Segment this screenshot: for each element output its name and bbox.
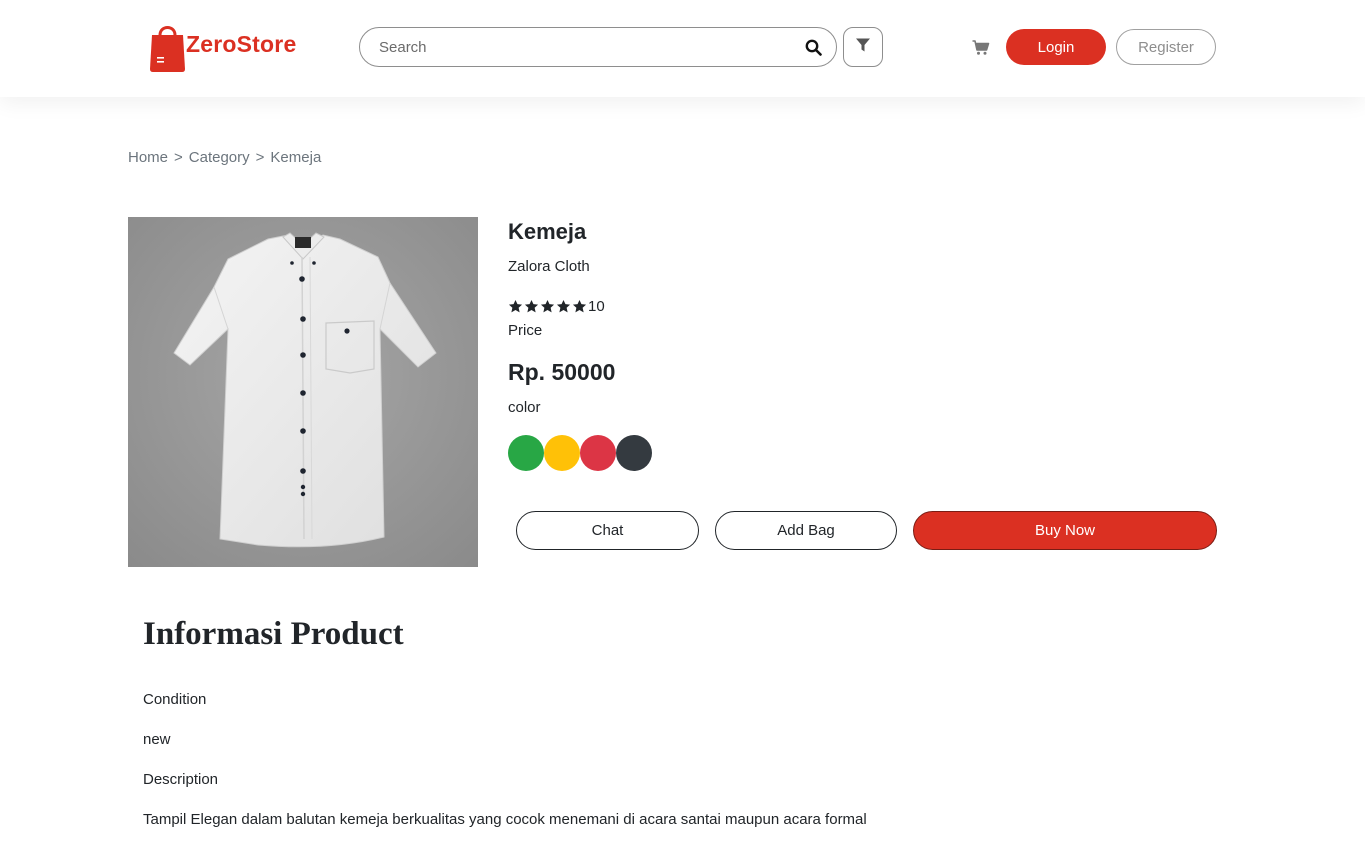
breadcrumb-separator: > xyxy=(174,149,183,166)
info-heading: Informasi Product xyxy=(143,616,404,652)
price-label: Price xyxy=(508,322,543,339)
color-swatches xyxy=(508,435,652,471)
breadcrumb-category[interactable]: Category xyxy=(189,149,250,166)
breadcrumb-current: Kemeja xyxy=(270,149,322,166)
breadcrumb-home[interactable]: Home xyxy=(128,149,168,166)
rating-stars xyxy=(508,299,587,314)
description-value: Tampil Elegan dalam balutan kemeja berku… xyxy=(143,811,867,828)
condition-value: new xyxy=(143,731,171,748)
cart-icon[interactable] xyxy=(972,40,990,56)
breadcrumb: Home > Category > Kemeja xyxy=(128,149,321,166)
breadcrumb-separator: > xyxy=(255,149,265,166)
buy-now-button[interactable]: Buy Now xyxy=(913,511,1217,550)
description-label: Description xyxy=(143,771,219,788)
star-icon xyxy=(524,299,539,313)
color-swatch[interactable] xyxy=(544,435,580,471)
search-bar xyxy=(359,27,837,67)
color-swatch[interactable] xyxy=(616,435,652,471)
product-rating: 10 xyxy=(508,298,605,315)
register-button[interactable]: Register xyxy=(1116,29,1216,65)
top-navbar: ZeroStore Login Register xyxy=(0,0,1365,97)
shopping-bag-icon xyxy=(149,21,186,73)
filter-button[interactable] xyxy=(843,27,883,67)
search-icon[interactable] xyxy=(804,38,822,56)
product-brand: Zalora Cloth xyxy=(508,258,590,275)
login-button[interactable]: Login xyxy=(1006,29,1106,65)
star-icon xyxy=(540,299,555,313)
color-swatch[interactable] xyxy=(580,435,616,471)
logo-text: ZeroStore xyxy=(186,31,297,57)
star-icon xyxy=(572,299,587,313)
rating-count: 10 xyxy=(588,298,605,315)
chat-button[interactable]: Chat xyxy=(516,511,699,550)
condition-label: Condition xyxy=(143,691,207,708)
product-price: Rp. 50000 xyxy=(508,359,616,385)
color-swatch[interactable] xyxy=(508,435,544,471)
brand-logo[interactable]: ZeroStore xyxy=(149,21,296,73)
color-label: color xyxy=(508,399,541,416)
product-title: Kemeja xyxy=(508,219,587,244)
product-image xyxy=(128,217,478,567)
add-bag-button[interactable]: Add Bag xyxy=(715,511,897,550)
star-icon xyxy=(508,299,523,313)
search-input[interactable] xyxy=(379,38,804,56)
filter-icon xyxy=(855,37,871,58)
star-icon xyxy=(556,299,571,313)
